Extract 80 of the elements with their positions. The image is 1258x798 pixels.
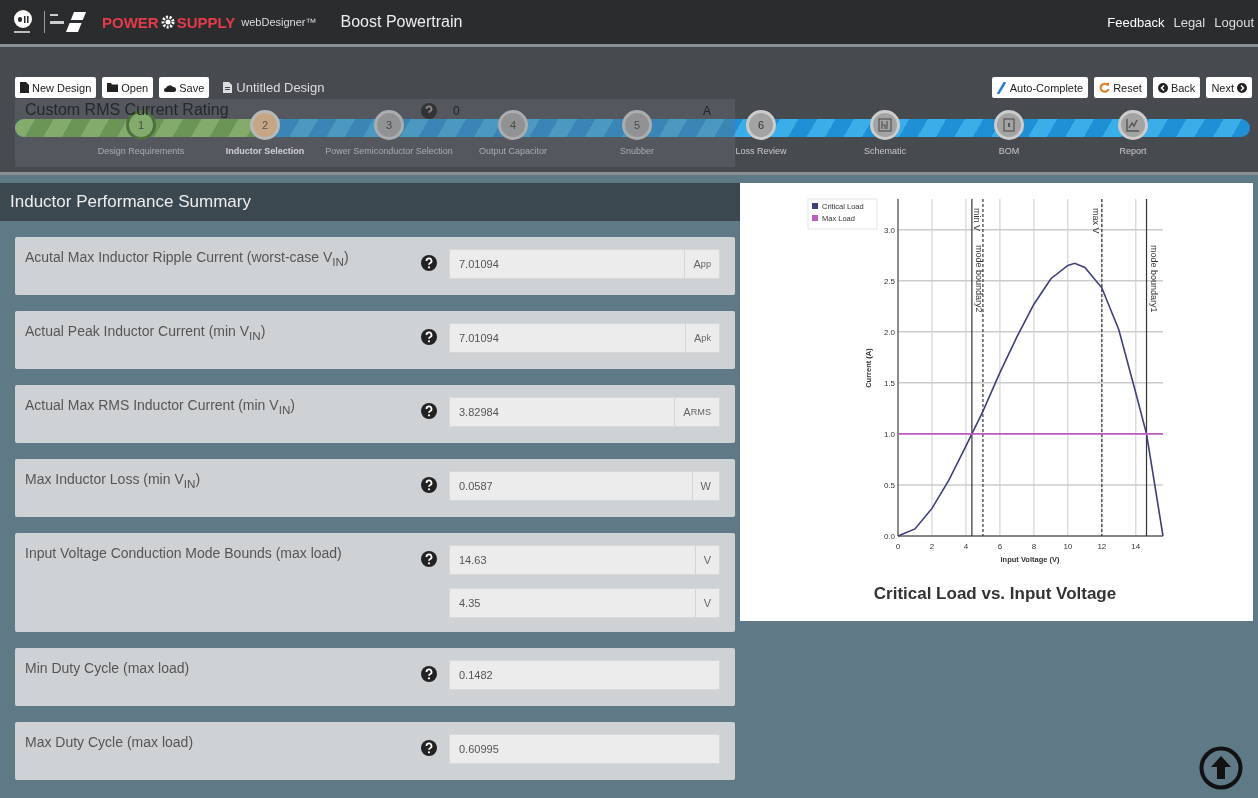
input-field[interactable]: 4.35 V [449,588,720,618]
field-label: Actual Peak Inductor Current (min V$_{IN}$) [25,323,267,344]
tick-label: 8 [1031,542,1037,551]
product-name: webDesigner™ [241,16,317,28]
gear-icon [160,15,175,29]
toolbar-button[interactable]: Save [159,77,210,98]
annotation-label: mode boundary2 [973,245,984,313]
toolbar-button[interactable]: Open [102,77,154,98]
tick-label: 2.0 [883,327,895,337]
step-circle[interactable]: 6 [746,110,776,140]
scroll-top-icon[interactable] [1199,746,1243,790]
help-icon[interactable] [421,551,437,567]
field-label: Acutal Max Inductor Ripple Current (worst-case V$_{IN}$) [25,249,350,270]
step-circle[interactable] [994,110,1024,140]
input-field[interactable]: 0.60995 [449,734,720,764]
wand-icon [996,81,1007,94]
field-label: Actual Max RMS Inductor Current (min V$_{IN}$) [25,397,296,418]
toolbar-button[interactable]: Auto-Complete [991,77,1089,98]
tick-label: 3.0 [883,225,895,235]
toolbar-button[interactable]: Reset [1094,77,1147,98]
tick-label: 14 [1131,542,1141,551]
on-logo-icon [12,9,34,35]
design-name: Untitled Design [236,80,325,95]
step-circle[interactable] [1118,110,1148,140]
field-label: Max Duty Cycle (max load) [25,734,195,752]
help-icon[interactable] [421,477,437,493]
tick-label: 1.5 [883,378,895,388]
field-label: Min Duty Cycle (max load) [25,660,191,678]
tick-label: 0 [895,542,901,551]
field-label: Max Inductor Loss (min V$_{IN}$) [25,471,202,492]
next-icon [1237,82,1247,93]
chart-title: Critical Load vs. Input Voltage [873,584,1117,603]
step-label[interactable]: Schematic [864,146,906,156]
input-field[interactable]: 14.63 V [449,545,720,575]
step-label[interactable]: BOM [998,146,1020,156]
step-label[interactable]: Inductor Selection [225,146,305,156]
step-circle[interactable]: 2 [250,110,280,140]
toolbar-button[interactable]: Back [1152,77,1201,98]
toolbar-button[interactable]: New Design [15,77,97,98]
help-icon[interactable] [421,329,437,345]
folder-icon [107,83,119,92]
refresh-icon [1099,82,1111,93]
file-icon [20,82,29,93]
annotation-label: mode boundary1 [1148,245,1159,313]
file-icon [223,82,233,93]
help-icon[interactable] [421,666,437,682]
help-icon[interactable] [421,255,437,271]
header-link[interactable]: Logout [1214,14,1254,30]
help-icon[interactable] [421,740,437,756]
cloud-icon [164,83,177,92]
tick-label: 4 [963,542,969,551]
tick-label: 12 [1097,542,1107,551]
back-icon [1157,82,1168,93]
field-label: Input Voltage Conduction Mode Bounds (max load) [25,545,343,563]
toolbar-button[interactable]: Next [1206,77,1252,98]
step-circle[interactable] [870,110,900,140]
tick-label: 0.0 [883,532,895,541]
brand-text: POWER [102,13,159,31]
input-field[interactable]: 0.1482 [449,660,720,690]
step-label[interactable]: Loss Review [735,146,787,156]
legend-box [807,198,878,230]
annotation-label: min V [971,208,982,231]
tick-label: 2.5 [883,276,895,286]
header-link[interactable]: Legal [1173,14,1206,30]
tick-label: 2 [929,542,935,551]
tick-label: 0.5 [883,480,895,490]
input-field[interactable]: 0.0587 W [449,471,720,501]
chart-icon [1126,118,1140,132]
brand-text: SUPPLY [176,13,236,31]
step-label[interactable]: Report [1119,146,1147,156]
annotation-label: max V [1090,208,1101,234]
schematic-icon [878,118,892,132]
panel-title: Inductor Performance Summary [10,192,251,212]
page-title: Boost Powertrain [340,13,463,31]
help-icon[interactable] [421,403,437,419]
tick-label: 1.0 [883,429,895,439]
document-icon [1003,118,1015,132]
tick-label: 10 [1063,542,1073,551]
tick-label: 6 [997,542,1003,551]
header-link[interactable]: Feedback [1107,14,1165,30]
